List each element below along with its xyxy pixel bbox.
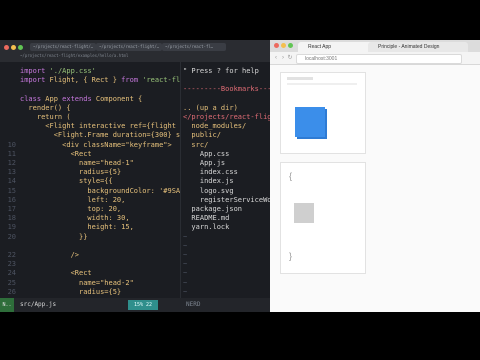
browser-tab-strip: React App Principle - Animated Design <box>270 40 480 52</box>
nerdtree-label: NERD <box>186 301 201 308</box>
browser-toolbar: ‹ › ↻ localhost:3001 <box>270 52 480 65</box>
code-token: <Flight.Frame duration={300} source> <box>53 131 180 140</box>
nerdtree-panel[interactable]: " Press ? for help ---------Bookmarks----… <box>180 62 271 298</box>
keyframe-card-2: { } <box>280 162 366 274</box>
code-token: <div className="keyframe"> <box>20 140 172 149</box>
code-token: radius={5} <box>20 287 122 296</box>
code-token: App <box>45 94 63 103</box>
code-token: 'react-flight/dom' <box>142 76 180 85</box>
code-token: /> <box>20 251 80 259</box>
maximize-window-button[interactable] <box>18 45 23 50</box>
code-token: return ( <box>20 113 71 121</box>
vim-mode-badge: N.. <box>0 298 14 312</box>
minimize-window-button[interactable] <box>11 45 16 50</box>
code-token: render() { <box>20 103 71 112</box>
code-token: radius={5} <box>20 168 122 177</box>
code-line[interactable]: 26 radius={5} <box>0 287 122 298</box>
code-token: class <box>20 94 46 103</box>
close-window-button[interactable] <box>4 45 9 50</box>
tree-entry[interactable]: " Press ? for help <box>183 66 259 77</box>
current-file-label: src/App.js <box>20 301 57 308</box>
code-token: }} <box>20 232 88 241</box>
code-token: backgroundColor: '#9SA2AA', <box>87 186 180 195</box>
code-token: width: 30, <box>20 214 130 223</box>
card-header-bar <box>287 77 313 80</box>
code-token: <Rect <box>20 149 92 158</box>
terminal-tab-1[interactable]: ~/projects/react-flight/… <box>30 43 96 51</box>
code-token: <Rect <box>20 269 92 278</box>
brace-close-label: } <box>289 251 293 261</box>
code-token: name="head-1" <box>20 159 134 167</box>
code-token: extends <box>62 94 96 103</box>
code-token: import <box>20 67 50 75</box>
code-token: height: 15, <box>20 223 134 232</box>
tree-entry[interactable]: ---------Bookmarks--------- <box>183 84 271 95</box>
terminal-titlebar: ~/projects/react-flight/… ~/projects/rea… <box>0 40 270 62</box>
vim-statusline: N.. src/App.js 15% 22 NERD <box>0 298 270 312</box>
code-token: <Flight interactive ref={flight => (this… <box>45 122 176 131</box>
terminal-tab-3[interactable]: ~/projects/react-fl… <box>162 43 226 51</box>
browser-tab-principle[interactable]: Principle - Animated Design <box>368 42 468 52</box>
browser-minimize-button[interactable] <box>281 43 286 48</box>
terminal-path: ~/projects/react-flight/examples/hello/a… <box>20 53 129 58</box>
browser-window: React App Principle - Animated Design ‹ … <box>270 40 480 312</box>
brace-open-label: { <box>289 171 293 181</box>
code-token: './App.css' <box>49 67 96 75</box>
code-token: style={{ <box>20 177 113 186</box>
cursor-position-badge: 15% 22 <box>128 300 159 310</box>
page-viewport: { } <box>270 65 480 312</box>
terminal-window: ~/projects/react-flight/… ~/projects/rea… <box>0 40 271 312</box>
blue-rect <box>295 107 325 137</box>
code-token: from <box>121 76 143 85</box>
code-token: Flight, { Rect } <box>49 76 122 85</box>
code-token: Component { <box>95 94 143 103</box>
card-divider <box>287 83 357 85</box>
code-editor[interactable]: import './App.css' import Flight, { Rect … <box>0 62 180 298</box>
code-token: name="head-2" <box>20 278 134 287</box>
keyframe-card-1 <box>280 72 366 154</box>
reload-icon[interactable]: ↻ <box>286 54 294 62</box>
terminal-tab-2[interactable]: ~/projects/react-flight/… <box>96 43 162 51</box>
browser-maximize-button[interactable] <box>288 43 293 48</box>
url-input[interactable]: localhost:3001 <box>296 54 462 64</box>
tree-entry[interactable]: yarn.lock <box>183 222 229 233</box>
code-token: top: 20, <box>20 205 122 213</box>
line-number: 26 <box>7 287 16 296</box>
code-line[interactable]: import Flight, { Rect } from 'react-flig… <box>0 75 180 86</box>
code-token: import <box>20 76 50 85</box>
code-token: left: 20, <box>20 195 126 204</box>
grey-rect <box>294 203 314 223</box>
browser-close-button[interactable] <box>274 43 279 48</box>
browser-tab-react-app[interactable]: React App <box>298 42 374 52</box>
tree-entry[interactable]: ~ <box>183 287 187 298</box>
